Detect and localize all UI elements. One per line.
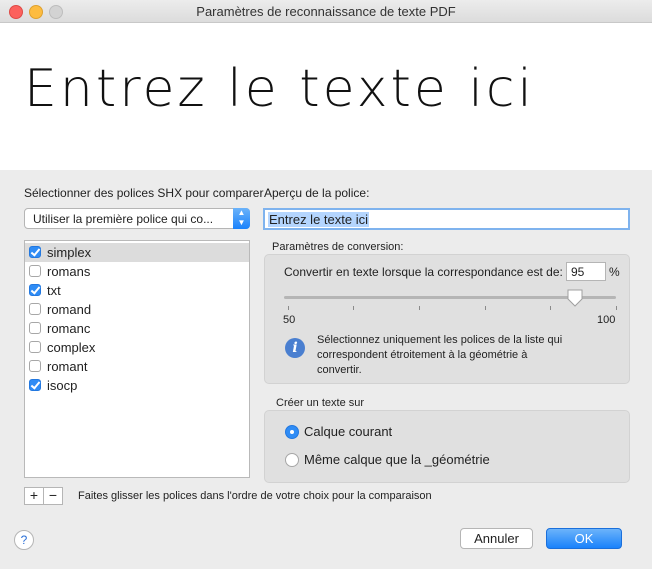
title-bar: Paramètres de reconnaissance de texte PD… [0, 0, 652, 23]
dialog-window: Paramètres de reconnaissance de texte PD… [0, 0, 652, 569]
create-text-group [264, 410, 630, 483]
info-text: Sélectionnez uniquement les polices de l… [317, 334, 563, 376]
slider-max-label: 100 [597, 314, 616, 326]
slider-tick [550, 306, 551, 310]
list-item[interactable]: isocp [25, 376, 249, 395]
list-item-label: romand [47, 302, 92, 317]
window-title: Paramètres de reconnaissance de texte PD… [196, 4, 456, 19]
ok-button[interactable]: OK [546, 528, 622, 549]
checkbox-complex[interactable] [29, 341, 41, 353]
list-item-label: romanc [47, 321, 91, 336]
checkbox-romanc[interactable] [29, 322, 41, 334]
list-item[interactable]: romanc [25, 319, 249, 338]
list-item[interactable]: txt [25, 281, 249, 300]
list-item-label: txt [47, 283, 61, 298]
percent-label: % [609, 265, 620, 279]
font-preview-input[interactable]: Entrez le texte ici [263, 208, 630, 230]
list-item[interactable]: complex [25, 338, 249, 357]
text-preview-area: Entrez le texte ici [0, 23, 652, 170]
font-strategy-value: Utiliser la première police qui co... [33, 212, 214, 226]
list-item-label: isocp [47, 378, 78, 393]
list-item-label: simplex [47, 245, 92, 260]
create-text-label: Créer un texte sur [276, 397, 365, 409]
list-item-label: complex [47, 340, 96, 355]
add-font-button[interactable]: + [24, 487, 44, 505]
preview-text: Entrez le texte ici [24, 59, 535, 119]
remove-font-button[interactable]: − [43, 487, 63, 505]
checkbox-romand[interactable] [29, 303, 41, 315]
help-button[interactable]: ? [14, 530, 34, 550]
info-icon: i [285, 338, 305, 358]
font-preview-value: Entrez le texte ici [268, 212, 369, 227]
list-item-label: romant [47, 359, 88, 374]
checkbox-txt[interactable] [29, 284, 41, 296]
list-item[interactable]: simplex [25, 243, 249, 262]
font-strategy-popup[interactable]: Utiliser la première police qui co... ▲ ▼ [24, 208, 250, 229]
font-list: simplex romans txt romand romanc complex… [24, 240, 250, 478]
slider-tick [616, 306, 617, 310]
threshold-slider-thumb[interactable] [566, 289, 584, 307]
select-fonts-label: Sélectionner des polices SHX pour compar… [24, 186, 264, 200]
checkbox-simplex[interactable] [29, 246, 41, 258]
list-item[interactable]: romand [25, 300, 249, 319]
radio-current-layer-label: Calque courant [304, 424, 393, 439]
slider-tick [419, 306, 420, 310]
slider-min-label: 50 [283, 314, 296, 326]
list-item[interactable]: romans [25, 262, 249, 281]
slider-tick [485, 306, 486, 310]
checkbox-isocp[interactable] [29, 379, 41, 391]
cancel-button[interactable]: Annuler [460, 528, 533, 549]
radio-current-layer[interactable] [285, 425, 299, 439]
conversion-settings-label: Paramètres de conversion: [272, 241, 404, 253]
threshold-input[interactable]: 95 [566, 262, 606, 281]
list-item[interactable]: romant [25, 357, 249, 376]
threshold-label: Convertir en texte lorsque la correspond… [284, 265, 563, 279]
drag-hint-text: Faites glisser les polices dans l'ordre … [78, 490, 432, 502]
checkbox-romans[interactable] [29, 265, 41, 277]
chevron-updown-icon: ▲ ▼ [233, 208, 250, 229]
slider-tick [353, 306, 354, 310]
slider-tick [288, 306, 289, 310]
radio-same-layer[interactable] [285, 453, 299, 467]
checkbox-romant[interactable] [29, 360, 41, 372]
list-item-label: romans [47, 264, 91, 279]
radio-same-layer-label: Même calque que la _géométrie [304, 452, 490, 467]
font-preview-label: Aperçu de la police: [264, 186, 370, 200]
